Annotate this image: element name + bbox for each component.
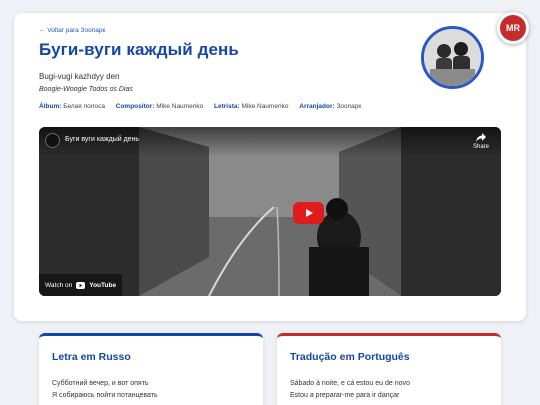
lyricist-label: Letrista: bbox=[214, 103, 240, 110]
lyric-line: Sábado à noite, e cá estou eu de novo bbox=[290, 380, 410, 387]
back-link[interactable]: ← Voltar para Зоопарк bbox=[39, 27, 105, 34]
share-label: Share bbox=[472, 144, 489, 150]
song-title: Буги-вуги каждый день bbox=[39, 40, 239, 59]
share-button[interactable]: Share bbox=[473, 133, 489, 150]
video-embed[interactable]: Буги вуги каждый день Share Watch on You… bbox=[39, 127, 501, 296]
watch-on-youtube-button[interactable]: Watch on YouTube bbox=[39, 274, 123, 296]
song-meta: Álbum: Белая полоса Compositor: Mike Nau… bbox=[39, 103, 370, 110]
russian-lyrics-heading: Letra em Russo bbox=[52, 351, 131, 363]
arranger-label: Arranjador: bbox=[299, 103, 335, 110]
album-label: Álbum: bbox=[39, 103, 62, 110]
portuguese-translation-lines: Sábado à noite, e cá estou eu de novo Es… bbox=[290, 378, 410, 402]
youtube-label: YouTube bbox=[89, 281, 117, 289]
arranger-value: Зоопарк bbox=[336, 103, 362, 110]
portuguese-translation-heading: Tradução em Português bbox=[290, 351, 410, 363]
youtube-icon bbox=[76, 281, 86, 289]
band-photo bbox=[421, 26, 484, 89]
portuguese-translation-panel: Tradução em Português Sábado à noite, e … bbox=[277, 333, 501, 405]
site-logo-badge[interactable]: MR bbox=[497, 12, 529, 44]
channel-avatar[interactable] bbox=[45, 133, 60, 148]
lyricist-value: Mike Naumenko bbox=[241, 103, 289, 110]
share-icon bbox=[475, 133, 486, 142]
composer-value: Mike Naumenko bbox=[156, 103, 204, 110]
lyric-line: Субботний вечер, и вот опять bbox=[52, 380, 149, 387]
russian-lyrics-panel: Letra em Russo Субботний вечер, и вот оп… bbox=[39, 333, 263, 405]
play-button[interactable] bbox=[293, 202, 324, 224]
transliteration: Bugi-vugi kazhdyy den bbox=[39, 72, 120, 81]
watch-on-label: Watch on bbox=[45, 281, 73, 289]
video-title[interactable]: Буги вуги каждый день bbox=[65, 136, 139, 143]
lyric-line: Estou a preparar-me para ir dançar bbox=[290, 392, 400, 399]
lyric-line: Я собираюсь пойти потанцевать bbox=[52, 392, 158, 399]
composer-label: Compositor: bbox=[115, 103, 155, 110]
russian-lyrics-lines: Субботний вечер, и вот опять Я собираюсь… bbox=[52, 378, 158, 402]
play-icon bbox=[305, 209, 313, 217]
album-value: Белая полоса bbox=[63, 103, 105, 110]
portuguese-title: Boogie-Woogie Todos os Dias bbox=[39, 86, 133, 93]
